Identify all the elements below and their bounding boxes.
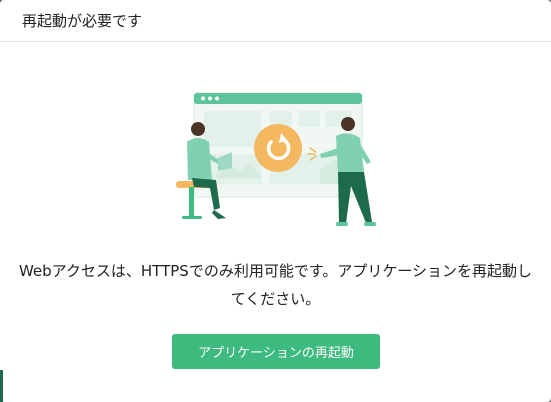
dialog-header: 再起動が必要です [0,0,551,42]
restart-message: Webアクセスは、HTTPSでのみ利用可能です。アプリケーションを再起動してくだ… [18,262,533,308]
dialog-title: 再起動が必要です [22,12,143,30]
restart-required-dialog: 再起動が必要です Webアクセスは、HTTPSでのみ利用可能です。アプリケーショ… [0,0,551,402]
restart-icon [254,124,302,172]
restart-application-button[interactable]: アプリケーションの再起動 [172,334,380,369]
background-edge [0,370,3,402]
restart-illustration [176,92,376,226]
